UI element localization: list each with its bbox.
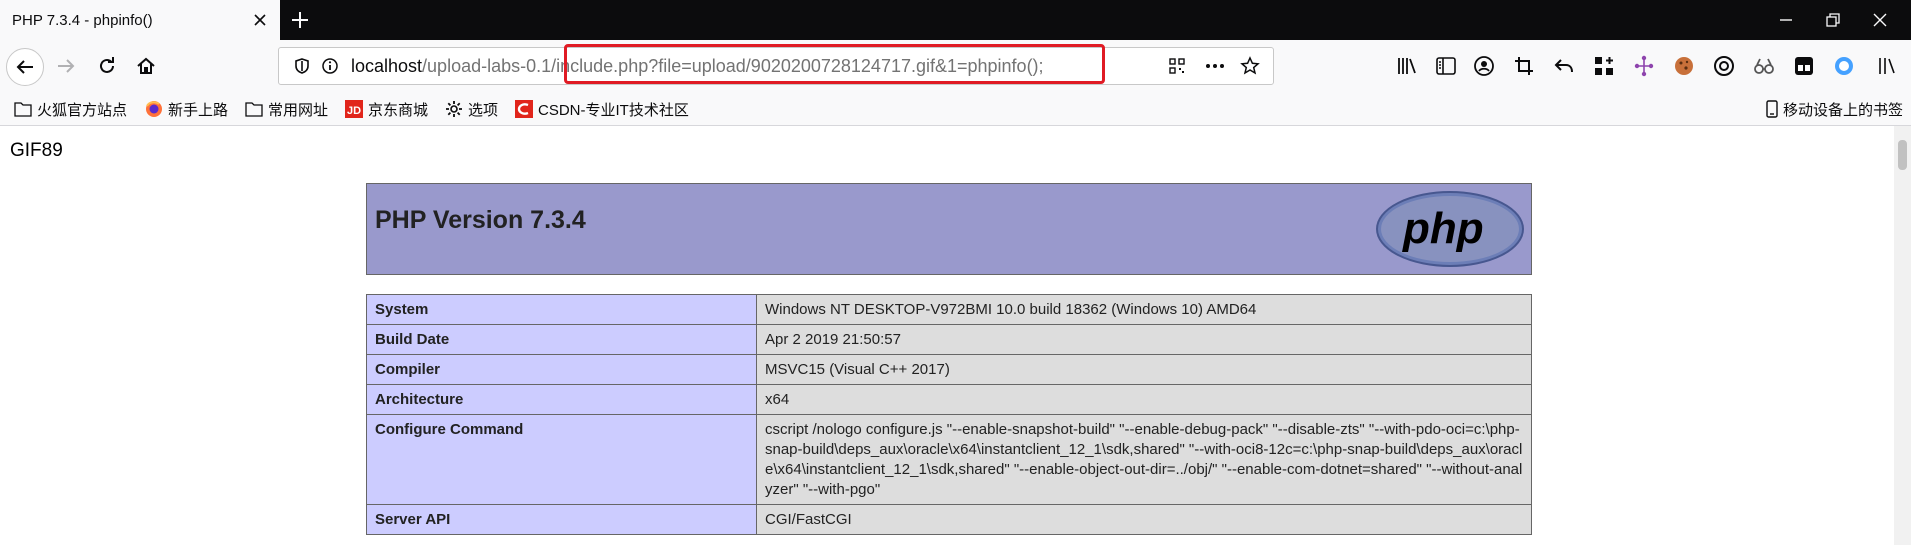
extensions-grid-icon[interactable] bbox=[1592, 54, 1616, 78]
bookmark-csdn[interactable]: CSDN-专业IT技术社区 bbox=[515, 98, 689, 120]
gif-header-text: GIF89 bbox=[10, 140, 63, 161]
new-tab-icon[interactable] bbox=[288, 8, 312, 32]
crop-screenshot-icon[interactable] bbox=[1512, 54, 1536, 78]
reload-button[interactable] bbox=[91, 50, 123, 82]
row-key: Configure Command bbox=[366, 414, 757, 505]
mobile-bookmarks-label: 移动设备上的书签 bbox=[1783, 101, 1904, 119]
bookmark-label: 京东商城 bbox=[368, 101, 429, 119]
bookmark-common-sites[interactable]: 常用网址 bbox=[245, 98, 328, 120]
browser-tab-active[interactable]: PHP 7.3.4 - phpinfo() bbox=[0, 0, 280, 40]
forward-arrow-icon bbox=[58, 59, 75, 73]
row-value: x64 bbox=[756, 384, 1532, 415]
table-row: Configure Command cscript /nologo config… bbox=[366, 414, 1532, 505]
php-version-header: PHP Version 7.3.4 php bbox=[366, 183, 1532, 275]
row-value: Windows NT DESKTOP-V972BMI 10.0 build 18… bbox=[756, 294, 1532, 325]
sync-extension-icon[interactable] bbox=[1712, 54, 1736, 78]
bookmark-label: 选项 bbox=[468, 101, 499, 119]
gear-icon bbox=[446, 101, 462, 117]
row-value: CGI/FastCGI bbox=[756, 504, 1532, 535]
bookmark-label: CSDN-专业IT技术社区 bbox=[538, 101, 689, 119]
container-extension-icon[interactable] bbox=[1792, 54, 1816, 78]
vertical-scrollbar[interactable] bbox=[1894, 126, 1911, 545]
php-logo[interactable]: php bbox=[1375, 190, 1525, 268]
table-row: Build Date Apr 2 2019 21:50:57 bbox=[366, 324, 1532, 355]
php-version-title: PHP Version 7.3.4 bbox=[375, 206, 586, 234]
minimize-icon[interactable] bbox=[1774, 8, 1798, 32]
firefox-icon bbox=[146, 101, 162, 117]
site-info-icon[interactable] bbox=[321, 57, 339, 75]
bookmark-firefox-site[interactable]: 火狐官方站点 bbox=[14, 98, 127, 120]
row-key: Server API bbox=[366, 504, 757, 535]
bookmark-options[interactable]: 选项 bbox=[445, 98, 498, 120]
home-button[interactable] bbox=[130, 50, 162, 82]
reload-icon bbox=[100, 57, 114, 73]
qr-code-icon[interactable] bbox=[1168, 57, 1186, 75]
bookmark-star-icon[interactable] bbox=[1240, 56, 1260, 76]
tracking-protection-icon[interactable] bbox=[293, 57, 311, 75]
page-content: GIF89 PHP Version 7.3.4 php System Windo… bbox=[0, 126, 1894, 545]
back-button[interactable] bbox=[6, 48, 44, 86]
folder-icon bbox=[245, 102, 263, 117]
row-key: System bbox=[366, 294, 757, 325]
navigation-toolbar: localhost/upload-labs-0.1/include.php?fi… bbox=[0, 40, 1911, 92]
jd-icon: JD bbox=[345, 100, 363, 118]
php-info-table: System Windows NT DESKTOP-V972BMI 10.0 b… bbox=[366, 294, 1532, 535]
bookmarks-toolbar: 火狐官方站点 新手上路 常用网址 JD 京东商城 选项 CSDN-专业IT技术社… bbox=[0, 92, 1911, 126]
row-key: Build Date bbox=[366, 324, 757, 355]
url-highlight-box bbox=[564, 44, 1105, 84]
folder-icon bbox=[14, 102, 32, 117]
library-icon[interactable] bbox=[1395, 54, 1419, 78]
bookmark-jd[interactable]: JD 京东商城 bbox=[345, 98, 428, 120]
page-actions-icon[interactable] bbox=[1205, 57, 1225, 75]
table-row: Compiler MSVC15 (Visual C++ 2017) bbox=[366, 354, 1532, 385]
bookmark-label: 火狐官方站点 bbox=[37, 101, 128, 119]
table-row: Architecture x64 bbox=[366, 384, 1532, 415]
account-icon[interactable] bbox=[1472, 54, 1496, 78]
forward-button[interactable] bbox=[50, 50, 82, 82]
url-host: localhost bbox=[351, 56, 423, 76]
scrollbar-thumb[interactable] bbox=[1898, 140, 1907, 170]
back-arrow-icon bbox=[16, 60, 33, 74]
row-value: cscript /nologo configure.js "--enable-s… bbox=[756, 414, 1532, 505]
row-key: Architecture bbox=[366, 384, 757, 415]
csdn-icon bbox=[515, 100, 533, 118]
row-key: Compiler bbox=[366, 354, 757, 385]
close-tab-icon[interactable] bbox=[250, 10, 270, 30]
menu-icon[interactable] bbox=[1874, 54, 1898, 78]
mobile-phone-icon bbox=[1766, 100, 1778, 118]
close-window-icon[interactable] bbox=[1868, 8, 1892, 32]
url-path-plain: /upload-labs-0.1 bbox=[422, 56, 552, 76]
restore-icon[interactable] bbox=[1821, 8, 1845, 32]
network-extension-icon[interactable] bbox=[1632, 54, 1656, 78]
table-row: System Windows NT DESKTOP-V972BMI 10.0 b… bbox=[366, 294, 1532, 325]
home-icon bbox=[137, 57, 155, 74]
title-bar: PHP 7.3.4 - phpinfo() bbox=[0, 0, 1911, 40]
tab-title: PHP 7.3.4 - phpinfo() bbox=[12, 11, 153, 29]
row-value: MSVC15 (Visual C++ 2017) bbox=[756, 354, 1532, 385]
mobile-bookmarks[interactable]: 移动设备上的书签 bbox=[1766, 98, 1903, 120]
svg-text:JD: JD bbox=[347, 105, 361, 117]
bookmark-label: 新手上路 bbox=[168, 101, 229, 119]
bookmark-label: 常用网址 bbox=[268, 101, 329, 119]
row-value: Apr 2 2019 21:50:57 bbox=[756, 324, 1532, 355]
undo-arrow-icon[interactable] bbox=[1552, 54, 1576, 78]
table-row: Server API CGI/FastCGI bbox=[366, 504, 1532, 535]
sidebar-icon[interactable] bbox=[1434, 54, 1458, 78]
php-logo-text: php bbox=[1402, 204, 1484, 253]
cookie-extension-icon[interactable] bbox=[1672, 54, 1696, 78]
bookmark-getting-started[interactable]: 新手上路 bbox=[145, 98, 228, 120]
circle-extension-icon[interactable] bbox=[1832, 54, 1856, 78]
binoculars-icon[interactable] bbox=[1752, 54, 1776, 78]
